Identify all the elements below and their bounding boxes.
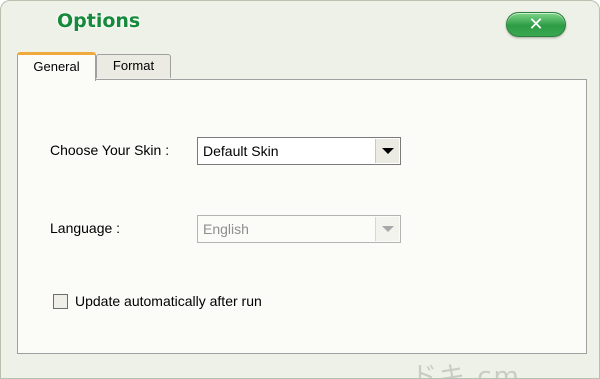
- skin-select-value: Default Skin: [203, 143, 279, 159]
- close-button[interactable]: ✕: [506, 12, 566, 37]
- tab-format[interactable]: Format: [96, 54, 171, 78]
- language-select: English: [197, 215, 401, 243]
- chevron-down-icon: [382, 226, 394, 232]
- watermark-logo: ドキ.cm: [411, 362, 521, 379]
- chevron-down-icon: [382, 148, 394, 154]
- language-label: Language :: [50, 220, 121, 236]
- auto-update-label[interactable]: Update automatically after run: [75, 293, 262, 309]
- tab-general[interactable]: General: [17, 52, 96, 81]
- options-window: Options ✕ General Format Choose Your Ski…: [0, 0, 600, 379]
- auto-update-checkbox[interactable]: [53, 294, 68, 309]
- tab-bar: General Format: [17, 52, 587, 81]
- skin-label: Choose Your Skin :: [50, 142, 170, 158]
- general-panel: Choose Your Skin : Default Skin Language…: [17, 79, 587, 354]
- skin-select[interactable]: Default Skin: [197, 137, 401, 165]
- language-select-value: English: [203, 221, 249, 237]
- language-dropdown-button: [375, 217, 399, 241]
- close-icon: ✕: [528, 14, 544, 35]
- skin-dropdown-button[interactable]: [375, 139, 399, 163]
- window-title: Options: [57, 10, 141, 32]
